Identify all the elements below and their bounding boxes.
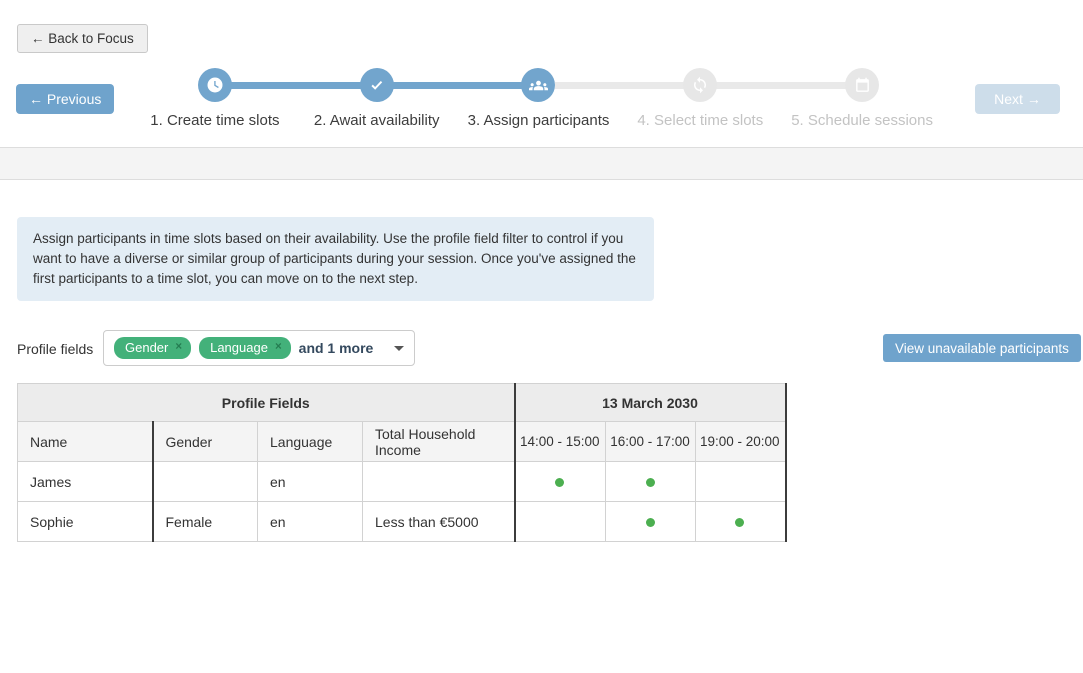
cell-gender bbox=[153, 462, 258, 502]
column-header: Gender bbox=[153, 422, 258, 462]
step-connector bbox=[555, 82, 685, 89]
table-body: JamesenSophieFemaleenLess than €5000 bbox=[18, 462, 786, 542]
assign-participants-page: ← Back to Focus ← Previous 1. Create tim… bbox=[0, 0, 1083, 673]
availability-cell[interactable] bbox=[606, 502, 696, 542]
group-header-date: 13 March 2030 bbox=[515, 384, 786, 422]
people-icon[interactable] bbox=[521, 68, 555, 102]
step-label: 2. Await availability bbox=[314, 112, 440, 129]
filter-tag-gender: Gender × bbox=[114, 337, 191, 359]
step-label: 3. Assign participants bbox=[468, 112, 610, 129]
back-to-focus-button[interactable]: ← Back to Focus bbox=[17, 24, 148, 53]
calendar-icon[interactable] bbox=[845, 68, 879, 102]
filter-tag-label: Gender bbox=[125, 340, 168, 355]
availability-dot-icon bbox=[646, 518, 655, 527]
check-icon[interactable] bbox=[360, 68, 394, 102]
availability-dot-icon bbox=[555, 478, 564, 487]
step-3: 3. Assign participants bbox=[458, 68, 620, 129]
chevron-down-icon[interactable] bbox=[394, 346, 404, 351]
remove-tag-icon[interactable]: × bbox=[175, 342, 182, 354]
toolbar-band bbox=[0, 147, 1083, 180]
profile-fields-filter-dropdown[interactable]: Gender × Language × and 1 more bbox=[103, 330, 415, 366]
column-header: Language bbox=[258, 422, 363, 462]
refresh-icon[interactable] bbox=[683, 68, 717, 102]
column-header: Total Household Income bbox=[363, 422, 515, 462]
group-header-row: Profile Fields13 March 2030 bbox=[18, 384, 786, 422]
participants-table-container: Profile Fields13 March 2030 NameGenderLa… bbox=[17, 383, 787, 542]
availability-cell[interactable] bbox=[696, 502, 786, 542]
step-2: 2. Await availability bbox=[296, 68, 458, 129]
column-header: Name bbox=[18, 422, 153, 462]
column-header: 16:00 - 17:00 bbox=[606, 422, 696, 462]
info-callout: Assign participants in time slots based … bbox=[17, 217, 654, 301]
step-1: 1. Create time slots bbox=[134, 68, 296, 129]
clock-icon[interactable] bbox=[198, 68, 232, 102]
filter-more-label[interactable]: and 1 more bbox=[299, 340, 374, 356]
previous-button[interactable]: ← Previous bbox=[16, 84, 114, 114]
availability-cell[interactable] bbox=[606, 462, 696, 502]
availability-dot-icon bbox=[646, 478, 655, 487]
availability-cell[interactable] bbox=[515, 502, 606, 542]
profile-fields-label: Profile fields bbox=[17, 341, 93, 357]
column-header-row: NameGenderLanguageTotal Household Income… bbox=[18, 422, 786, 462]
step-connector bbox=[716, 82, 846, 89]
table-head: Profile Fields13 March 2030 NameGenderLa… bbox=[18, 384, 786, 462]
availability-dot-icon bbox=[735, 518, 744, 527]
column-header: 14:00 - 15:00 bbox=[515, 422, 606, 462]
cell-gender: Female bbox=[153, 502, 258, 542]
step-4: 4. Select time slots bbox=[619, 68, 781, 129]
cell-income: Less than €5000 bbox=[363, 502, 515, 542]
step-5: 5. Schedule sessions bbox=[781, 68, 943, 129]
participants-table: Profile Fields13 March 2030 NameGenderLa… bbox=[17, 383, 787, 542]
step-label: 4. Select time slots bbox=[637, 112, 763, 129]
view-unavailable-participants-button[interactable]: View unavailable participants bbox=[883, 334, 1081, 362]
step-connector bbox=[393, 82, 523, 89]
wizard-stepper: 1. Create time slots 2. Await availabilit… bbox=[134, 68, 943, 129]
filter-tag-language: Language × bbox=[199, 337, 291, 359]
remove-tag-icon[interactable]: × bbox=[275, 342, 282, 354]
cell-language: en bbox=[258, 462, 363, 502]
step-connector bbox=[231, 82, 361, 89]
column-header: 19:00 - 20:00 bbox=[696, 422, 786, 462]
availability-cell[interactable] bbox=[696, 462, 786, 502]
availability-cell[interactable] bbox=[515, 462, 606, 502]
filter-tag-label: Language bbox=[210, 340, 268, 355]
cell-language: en bbox=[258, 502, 363, 542]
table-row: SophieFemaleenLess than €5000 bbox=[18, 502, 786, 542]
next-button[interactable]: Next → bbox=[975, 84, 1060, 114]
group-header-profile-fields: Profile Fields bbox=[18, 384, 515, 422]
table-row: James en bbox=[18, 462, 786, 502]
step-label: 5. Schedule sessions bbox=[791, 112, 933, 129]
cell-name: James bbox=[18, 462, 153, 502]
step-label: 1. Create time slots bbox=[150, 112, 279, 129]
cell-name: Sophie bbox=[18, 502, 153, 542]
cell-income bbox=[363, 462, 515, 502]
